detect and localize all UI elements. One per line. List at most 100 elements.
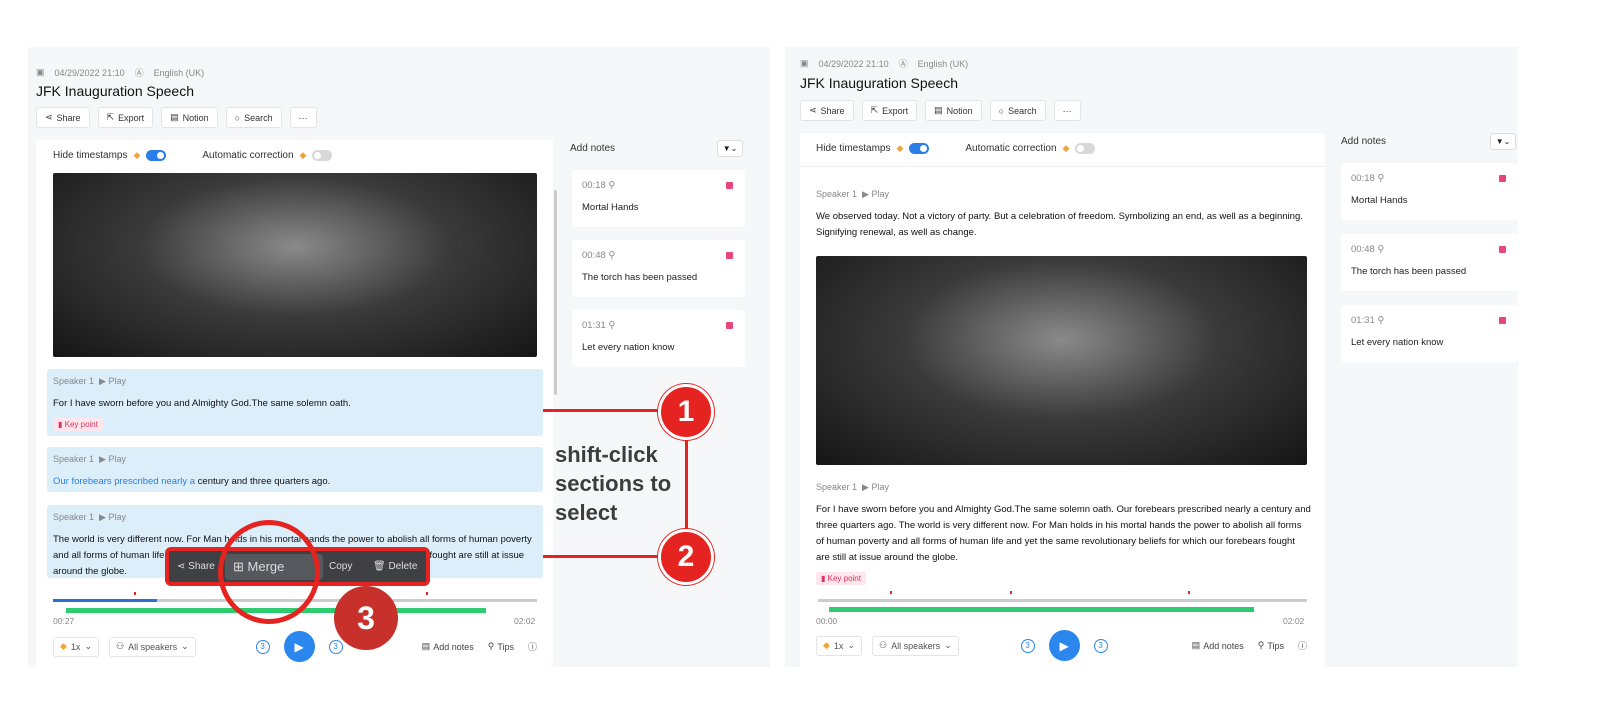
hide-timestamps-toggle[interactable] — [146, 150, 167, 161]
export-button[interactable]: ⇱ Export — [97, 107, 154, 128]
share-button[interactable]: ⋖ Share — [36, 107, 90, 128]
speed-select[interactable]: ◆ 1x ⌄ — [53, 636, 99, 657]
language-icon: Ⓐ — [134, 68, 144, 78]
info-button[interactable]: ⓘ — [528, 640, 537, 653]
play-link[interactable]: ▶ Play — [862, 189, 889, 199]
scrollbar[interactable] — [554, 190, 557, 395]
note-marker — [890, 591, 892, 594]
more-button[interactable]: ··· — [289, 107, 317, 128]
toggle-row: Hide timestamps ◆ Automatic correction ◆ — [53, 150, 333, 161]
page-title: JFK Inauguration Speech — [36, 83, 194, 99]
play-link[interactable]: ▶ Play — [99, 512, 126, 522]
speakers-select[interactable]: ⚇ All speakers ⌄ — [108, 636, 196, 657]
add-notes-button[interactable]: ▤ Add notes — [1192, 639, 1244, 652]
note-label: Mortal Hands — [1351, 195, 1408, 206]
label: Export — [882, 105, 909, 116]
skip-forward-button[interactable]: 3 — [1093, 638, 1108, 653]
premium-icon: ◆ — [60, 641, 67, 651]
premium-icon: ◆ — [133, 150, 141, 160]
trash-icon: 🗑 — [373, 561, 389, 572]
notion-button[interactable]: ▤ Notion — [161, 107, 218, 128]
label: Add notes — [1203, 640, 1244, 651]
transcript-segment[interactable]: Speaker 1 ▶ Play Our forebears prescribe… — [47, 447, 543, 492]
skip-forward-button[interactable]: 3 — [328, 639, 343, 654]
add-notes-button[interactable]: ▤ Add notes — [422, 640, 474, 653]
more-button[interactable]: ··· — [1053, 100, 1081, 121]
label: All speakers — [128, 641, 178, 652]
speaker-label: Speaker 1 — [816, 189, 858, 199]
filter-button[interactable]: ▼⌄ — [1490, 133, 1516, 150]
auto-correction-toggle[interactable] — [312, 150, 333, 161]
speakers-select[interactable]: ⚇ All speakers ⌄ — [871, 635, 959, 656]
note-card[interactable]: 00:18 ⚲ Mortal Hands — [1341, 163, 1518, 220]
copy-menu-item[interactable]: Copy — [329, 561, 373, 572]
note-time: 01:31 — [582, 320, 606, 331]
step-3-badge: 3 — [334, 586, 398, 650]
annotation-line — [685, 430, 688, 535]
calendar-icon: ▣ — [800, 58, 809, 68]
label: Add notes — [433, 641, 474, 652]
note-label: The torch has been passed — [582, 272, 698, 283]
skip-back-button[interactable]: 3 — [1020, 638, 1035, 653]
video-player[interactable] — [53, 173, 537, 357]
note-card[interactable]: 01:31 ⚲ Let every nation know — [1341, 305, 1518, 362]
search-button[interactable]: ○ Search — [989, 100, 1046, 121]
transcript-card: Hide timestamps ◆ Automatic correction ◆ S… — [800, 133, 1325, 667]
export-button[interactable]: ⇱ Export — [861, 100, 918, 121]
premium-icon: ◆ — [896, 143, 904, 153]
transcript-segment[interactable]: Speaker 1 ▶ Play We observed today. Not … — [816, 189, 1311, 241]
page-title: JFK Inauguration Speech — [800, 75, 958, 91]
skip-back-button[interactable]: 3 — [255, 639, 270, 654]
right-panel: ▣ 04/29/2022 21:10 Ⓐ English (UK) JFK Inaug… — [785, 47, 1518, 667]
share-icon: ⋖ — [177, 561, 189, 572]
note-time: 00:18 — [582, 180, 606, 191]
progress-track[interactable] — [818, 599, 1307, 602]
tips-button[interactable]: ⚲ Tips — [488, 640, 514, 653]
label: Tips — [1267, 640, 1284, 651]
language-icon: Ⓐ — [898, 59, 908, 69]
play-link[interactable]: ▶ Play — [99, 454, 126, 464]
notion-button[interactable]: ▤ Notion — [925, 100, 982, 121]
segment-text: For I have sworn before you and Almighty… — [53, 398, 351, 409]
play-button[interactable]: ▶ — [1048, 630, 1080, 661]
premium-icon: ◆ — [299, 150, 307, 160]
speed-select[interactable]: ◆ 1x ⌄ — [816, 635, 862, 656]
search-button[interactable]: ○ Search — [225, 107, 282, 128]
play-button[interactable]: ▶ — [283, 631, 315, 662]
label: Share — [820, 105, 845, 116]
delete-menu-item[interactable]: 🗑 Delete — [373, 561, 417, 572]
segment-text: For I have sworn before you and Almighty… — [816, 504, 1311, 563]
hide-timestamps-label: Hide timestamps — [816, 143, 891, 154]
note-card[interactable]: 00:48 ⚲ The torch has been passed — [1341, 234, 1518, 291]
note-card[interactable]: 00:48 ⚲ The torch has been passed — [572, 240, 745, 297]
note-card[interactable]: 00:18 ⚲ Mortal Hands — [572, 170, 745, 227]
auto-correction-toggle[interactable] — [1075, 143, 1096, 154]
info-icon: ⓘ — [527, 642, 537, 652]
note-icon: ▤ — [1191, 640, 1201, 650]
transcript-segment[interactable]: Speaker 1 ▶ Play For I have sworn before… — [816, 482, 1311, 586]
annotation-line — [543, 555, 661, 558]
note-label: Let every nation know — [582, 342, 675, 353]
language: English (UK) — [917, 58, 969, 69]
location-icon: ⚲ — [487, 641, 495, 651]
play-link[interactable]: ▶ Play — [99, 376, 126, 386]
play-link[interactable]: ▶ Play — [862, 482, 889, 492]
toolbar: ⋖ Share ⇱ Export ▤ Notion ○ Search ··· — [36, 107, 317, 128]
note-time: 00:48 — [1351, 244, 1375, 255]
share-button[interactable]: ⋖ Share — [800, 100, 854, 121]
filter-button[interactable]: ▼⌄ — [717, 140, 743, 157]
tips-button[interactable]: ⚲ Tips — [1258, 639, 1284, 652]
filter-icon: ▼⌄ — [1495, 137, 1511, 146]
note-color-marker — [726, 252, 733, 259]
note-card[interactable]: 01:31 ⚲ Let every nation know — [572, 310, 745, 367]
info-button[interactable]: ⓘ — [1298, 639, 1307, 652]
player-controls: ◆ 1x ⌄ ⚇ All speakers ⌄ 3 ▶ 3 ▤ Add notes ⚲ Ti… — [53, 631, 537, 662]
video-player[interactable] — [816, 256, 1307, 465]
calendar-icon: ▣ — [36, 67, 45, 77]
hide-timestamps-toggle[interactable] — [909, 143, 930, 154]
note-marker — [1010, 591, 1012, 594]
note-icon: ▤ — [421, 641, 431, 651]
transcript-segment[interactable]: Speaker 1 ▶ Play For I have sworn before… — [47, 369, 543, 436]
export-icon: ⇱ — [870, 105, 879, 115]
note-marker — [426, 592, 428, 595]
